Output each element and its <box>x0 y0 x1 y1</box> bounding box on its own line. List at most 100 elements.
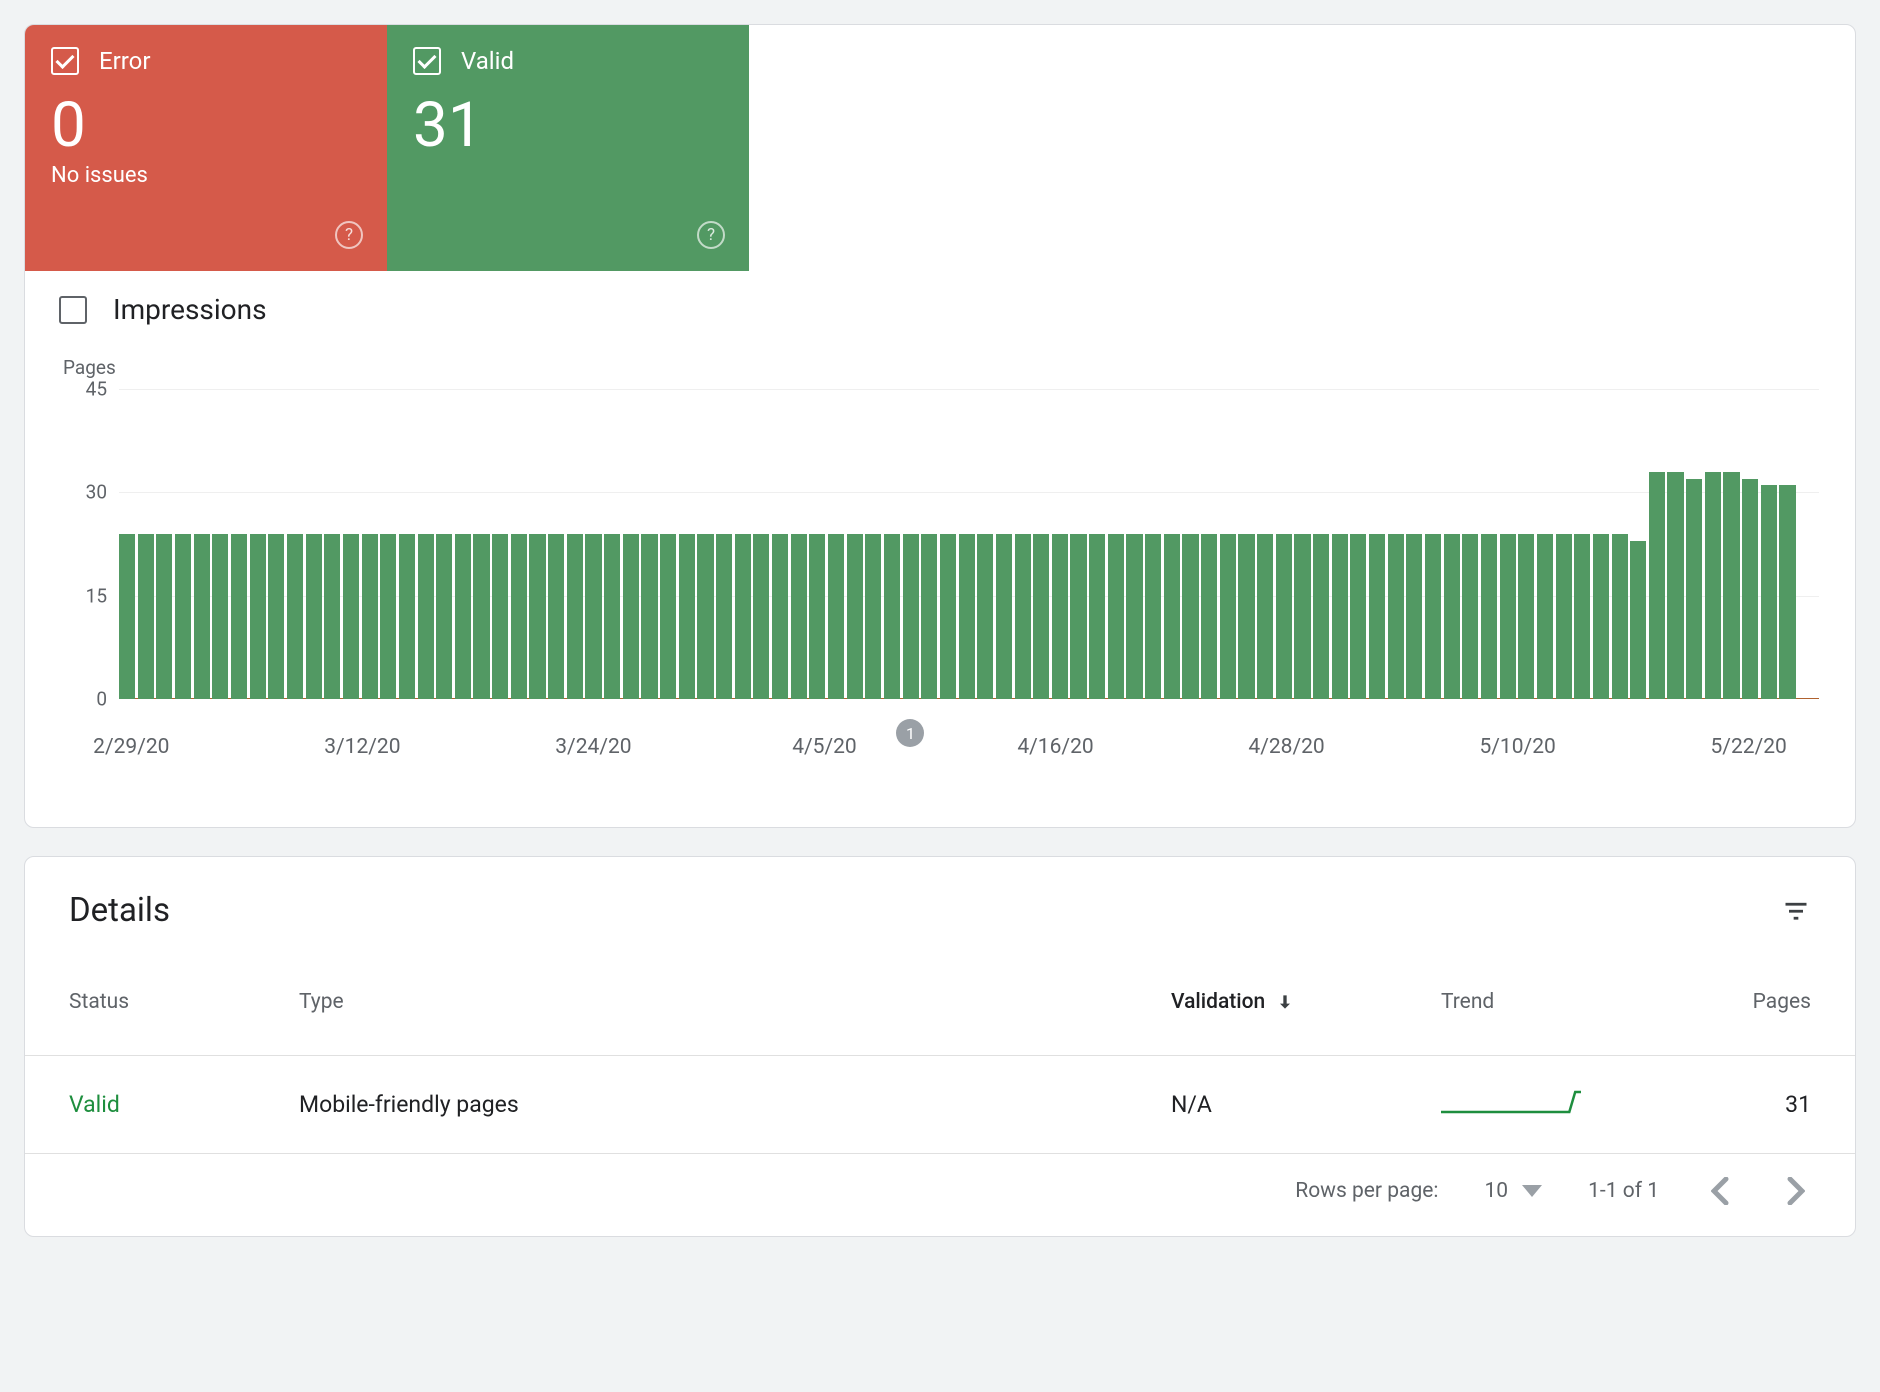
bar <box>697 534 713 699</box>
x-tick: 5/22/20 <box>1711 735 1787 759</box>
x-tick: 4/16/20 <box>1017 735 1093 759</box>
y-tick: 15 <box>61 584 107 607</box>
bar <box>1033 534 1049 699</box>
rows-per-page-label: Rows per page: <box>1295 1179 1438 1203</box>
status-tiles: Error 0 No issues ? Valid 31 ? <box>25 25 1855 271</box>
error-tile[interactable]: Error 0 No issues ? <box>25 25 387 271</box>
page-range: 1-1 of 1 <box>1588 1179 1659 1203</box>
col-type[interactable]: Type <box>299 990 1171 1014</box>
filter-icon[interactable] <box>1781 896 1811 926</box>
bar <box>1686 479 1702 699</box>
bar <box>1369 534 1385 699</box>
col-trend[interactable]: Trend <box>1441 990 1681 1014</box>
y-axis-label: Pages <box>63 356 1819 379</box>
bar <box>1145 534 1161 699</box>
bar <box>865 534 881 699</box>
bar <box>1667 472 1683 699</box>
x-tick: 3/24/20 <box>555 735 631 759</box>
bar <box>1220 534 1236 699</box>
bar <box>1164 534 1180 699</box>
bar <box>287 534 303 699</box>
chevron-left-icon <box>1711 1177 1729 1205</box>
bar <box>511 534 527 699</box>
bar <box>753 534 769 699</box>
arrow-down-icon <box>1275 992 1295 1012</box>
bar <box>791 534 807 699</box>
bar <box>977 534 993 699</box>
bar <box>1574 534 1590 699</box>
bar <box>809 534 825 699</box>
next-page-button[interactable] <box>1781 1176 1811 1206</box>
bar <box>959 534 975 699</box>
dropdown-icon <box>1522 1183 1542 1199</box>
valid-tile[interactable]: Valid 31 ? <box>387 25 749 271</box>
bar <box>735 534 751 699</box>
bar <box>306 534 322 699</box>
bar <box>1649 472 1665 699</box>
bar <box>1238 534 1254 699</box>
bar <box>903 534 919 699</box>
bar <box>940 534 956 699</box>
bar <box>156 534 172 699</box>
bar <box>996 534 1012 699</box>
details-title: Details <box>69 891 170 930</box>
bar <box>1593 534 1609 699</box>
bar <box>1425 534 1441 699</box>
help-icon[interactable]: ? <box>335 221 363 249</box>
y-tick: 0 <box>61 688 107 711</box>
bar <box>250 534 266 699</box>
bar <box>1313 534 1329 699</box>
bar <box>1742 479 1758 699</box>
bar <box>455 534 471 699</box>
checkbox-checked-icon[interactable] <box>413 47 441 75</box>
x-tick: 5/10/20 <box>1479 735 1555 759</box>
col-status[interactable]: Status <box>69 990 299 1014</box>
bar <box>567 534 583 699</box>
table-row[interactable]: Valid Mobile-friendly pages N/A 31 <box>25 1056 1855 1154</box>
bar <box>1388 534 1404 699</box>
prev-page-button[interactable] <box>1705 1176 1735 1206</box>
bar <box>828 534 844 699</box>
bar <box>1126 534 1142 699</box>
col-pages[interactable]: Pages <box>1681 990 1811 1014</box>
bar <box>1481 534 1497 699</box>
bar <box>1462 534 1478 699</box>
details-table: Status Type Validation Trend Pages Valid… <box>25 948 1855 1154</box>
bar <box>604 534 620 699</box>
valid-count: 31 <box>413 95 723 157</box>
y-tick: 30 <box>61 481 107 504</box>
checkbox-checked-icon[interactable] <box>51 47 79 75</box>
bar <box>1537 534 1553 699</box>
rows-per-page-select[interactable]: 10 <box>1484 1179 1542 1203</box>
x-axis: 2/29/203/12/203/24/204/5/204/16/204/28/2… <box>61 735 1819 783</box>
bar <box>921 534 937 699</box>
checkbox-unchecked-icon[interactable] <box>59 296 87 324</box>
bar <box>548 534 564 699</box>
bar-chart: 0153045 1 <box>61 389 1819 699</box>
row-pages: 31 <box>1681 1091 1811 1118</box>
chevron-right-icon <box>1787 1177 1805 1205</box>
x-tick: 2/29/20 <box>93 735 169 759</box>
bar <box>194 534 210 699</box>
bar <box>1294 534 1310 699</box>
error-tile-label: Error <box>99 47 151 75</box>
bar <box>362 534 378 699</box>
y-tick: 45 <box>61 378 107 401</box>
bar <box>492 534 508 699</box>
bar <box>1015 534 1031 699</box>
col-validation[interactable]: Validation <box>1171 990 1441 1014</box>
bar <box>436 534 452 699</box>
bar <box>529 534 545 699</box>
bar <box>324 534 340 699</box>
bar <box>380 534 396 699</box>
bar <box>1630 541 1646 699</box>
bar <box>212 534 228 699</box>
impressions-toggle-row: Impressions <box>25 271 1855 326</box>
bar <box>1201 534 1217 699</box>
help-icon[interactable]: ? <box>697 221 725 249</box>
bar <box>1518 534 1534 699</box>
bar <box>1182 534 1198 699</box>
table-header-row: Status Type Validation Trend Pages <box>25 948 1855 1056</box>
bar <box>473 534 489 699</box>
bar <box>1779 485 1795 699</box>
